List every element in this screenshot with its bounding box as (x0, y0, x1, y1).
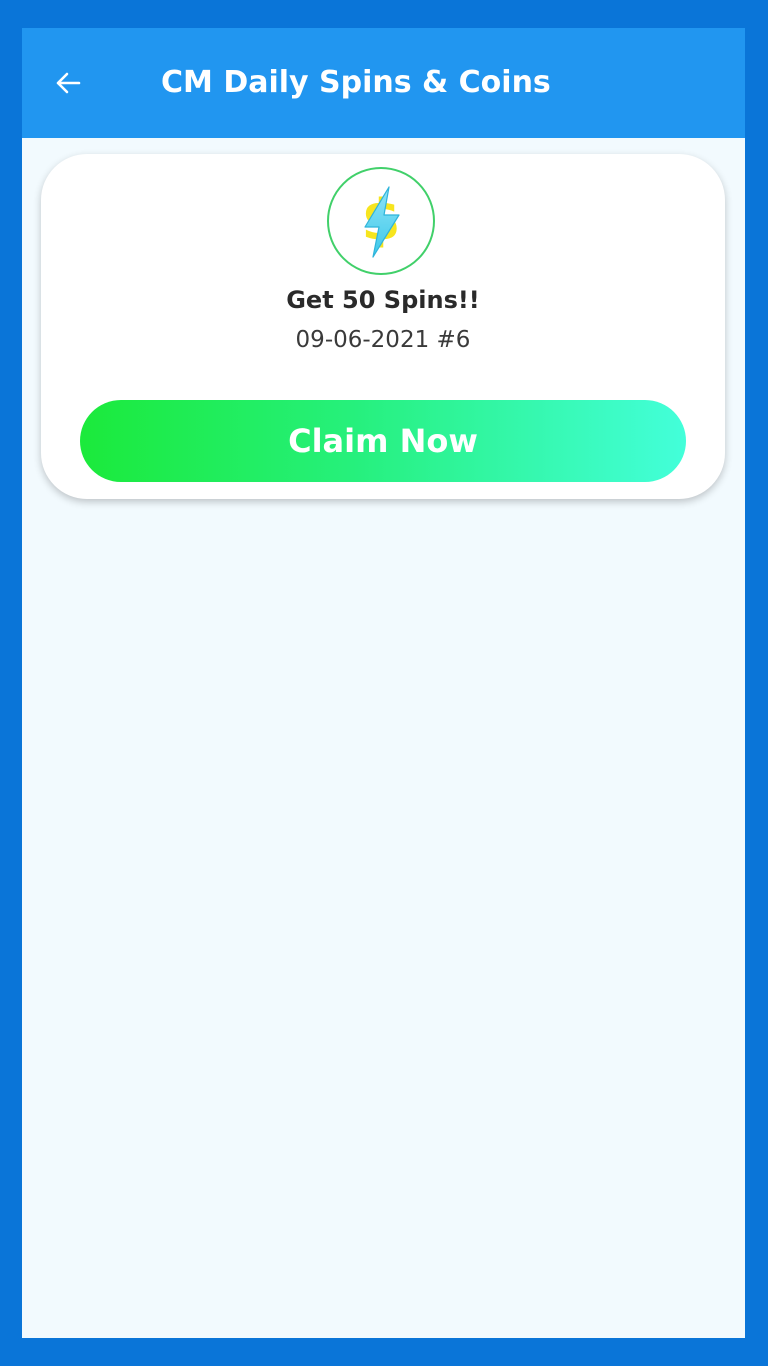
page-title: CM Daily Spins & Coins (161, 65, 551, 100)
reward-badge: $ (327, 167, 435, 275)
app-bar: CM Daily Spins & Coins (22, 28, 745, 138)
lightning-coin-icon: $ (362, 186, 400, 258)
claim-now-label: Claim Now (288, 422, 478, 460)
back-button[interactable] (46, 61, 90, 105)
reward-title: Get 50 Spins!! (286, 286, 480, 314)
reward-card: $ Get 50 Spins!! 09-06-2021 #6 Claim Now (41, 154, 725, 499)
claim-now-button[interactable]: Claim Now (80, 400, 686, 482)
app-screen: CM Daily Spins & Coins $ Get 50 Spins!! … (22, 28, 745, 1338)
reward-date: 09-06-2021 #6 (295, 327, 471, 353)
arrow-left-icon (56, 72, 81, 94)
